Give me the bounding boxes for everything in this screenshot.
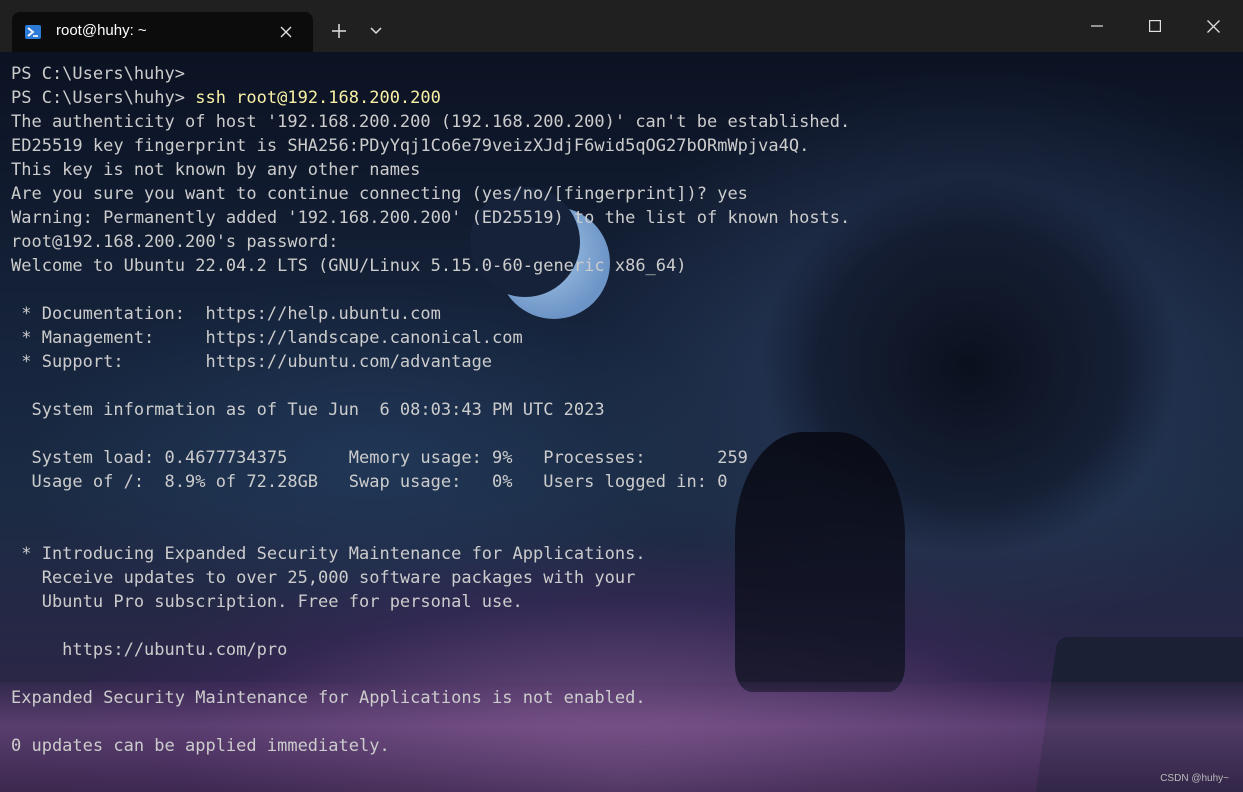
terminal-text: Welcome to Ubuntu 22.04.2 LTS (GNU/Linux… [11,256,687,276]
maximize-button[interactable] [1126,0,1184,52]
terminal-line: Ubuntu Pro subscription. Free for person… [11,590,850,614]
powershell-icon [25,25,41,39]
terminal-text: root@192.168.200.200's password: [11,232,339,252]
new-tab-button[interactable] [326,18,352,44]
tab-close-button[interactable] [276,22,296,42]
terminal-line: PS C:\Users\huhy> [11,62,850,86]
terminal-text: https://ubuntu.com/pro [11,640,288,660]
terminal-line: The authenticity of host '192.168.200.20… [11,110,850,134]
close-window-button[interactable] [1184,0,1242,52]
terminal-text: System information as of Tue Jun 6 08:03… [11,400,605,420]
tab-title: root@huhy: ~ [56,22,147,39]
terminal-line: Warning: Permanently added '192.168.200.… [11,206,850,230]
terminal-text: 0 updates can be applied immediately. [11,736,390,756]
terminal-text: Receive updates to over 25,000 software … [11,568,636,588]
terminal-line: ED25519 key fingerprint is SHA256:PDyYqj… [11,134,850,158]
terminal-line: * Introducing Expanded Security Maintena… [11,542,850,566]
terminal-line: Receive updates to over 25,000 software … [11,566,850,590]
minimize-icon [1091,25,1103,27]
terminal-text: * Support: https://ubuntu.com/advantage [11,352,493,372]
terminal-window: root@huhy: ~ PS C:\Users\huhy> PS C:\Use… [0,0,1243,792]
plus-icon [332,24,346,38]
terminal-line: root@192.168.200.200's password: [11,230,850,254]
terminal-line: * Support: https://ubuntu.com/advantage [11,350,850,374]
watermark: CSDN @huhy~ [1160,773,1229,784]
tab-root-huhy[interactable]: root@huhy: ~ [12,12,313,52]
terminal-line: Welcome to Ubuntu 22.04.2 LTS (GNU/Linux… [11,254,850,278]
terminal-text: This key is not known by any other names [11,160,421,180]
terminal-line: Expanded Security Maintenance for Applic… [11,686,850,710]
terminal-text: PS C:\Users\huhy> [11,88,196,108]
terminal-line: * Management: https://landscape.canonica… [11,326,850,350]
terminal-command: ssh root@192.168.200.200 [195,88,441,108]
terminal-text: The authenticity of host '192.168.200.20… [11,112,851,132]
close-icon [1206,19,1220,33]
terminal-output: PS C:\Users\huhy> PS C:\Users\huhy> ssh r… [11,62,850,758]
chevron-down-icon [370,27,382,35]
terminal-text: * Introducing Expanded Security Maintena… [11,544,646,564]
terminal-line: System information as of Tue Jun 6 08:03… [11,398,850,422]
terminal-text: Warning: Permanently added '192.168.200.… [11,208,851,228]
terminal-text: * Documentation: https://help.ubuntu.com [11,304,441,324]
terminal-line: 0 updates can be applied immediately. [11,734,850,758]
maximize-icon [1149,20,1161,32]
terminal-line: System load: 0.4677734375 Memory usage: … [11,446,850,470]
terminal-line: Are you sure you want to continue connec… [11,182,850,206]
terminal-text: Ubuntu Pro subscription. Free for person… [11,592,523,612]
terminal-pane[interactable]: PS C:\Users\huhy> PS C:\Users\huhy> ssh r… [0,52,1243,792]
terminal-line: This key is not known by any other names [11,158,850,182]
terminal-text: ED25519 key fingerprint is SHA256:PDyYqj… [11,136,810,156]
tab-dropdown-button[interactable] [364,18,388,44]
terminal-line: PS C:\Users\huhy> ssh root@192.168.200.2… [11,86,850,110]
title-bar: root@huhy: ~ [0,0,1243,52]
terminal-text: Are you sure you want to continue connec… [11,184,748,204]
terminal-line: https://ubuntu.com/pro [11,638,850,662]
terminal-text: Usage of /: 8.9% of 72.28GB Swap usage: … [11,472,728,492]
terminal-text: System load: 0.4677734375 Memory usage: … [11,448,748,468]
terminal-text: PS C:\Users\huhy> [11,64,185,84]
terminal-text: * Management: https://landscape.canonica… [11,328,523,348]
close-icon [280,26,292,38]
minimize-button[interactable] [1068,0,1126,52]
terminal-text: Expanded Security Maintenance for Applic… [11,688,646,708]
terminal-line: Usage of /: 8.9% of 72.28GB Swap usage: … [11,470,850,494]
terminal-line: * Documentation: https://help.ubuntu.com [11,302,850,326]
